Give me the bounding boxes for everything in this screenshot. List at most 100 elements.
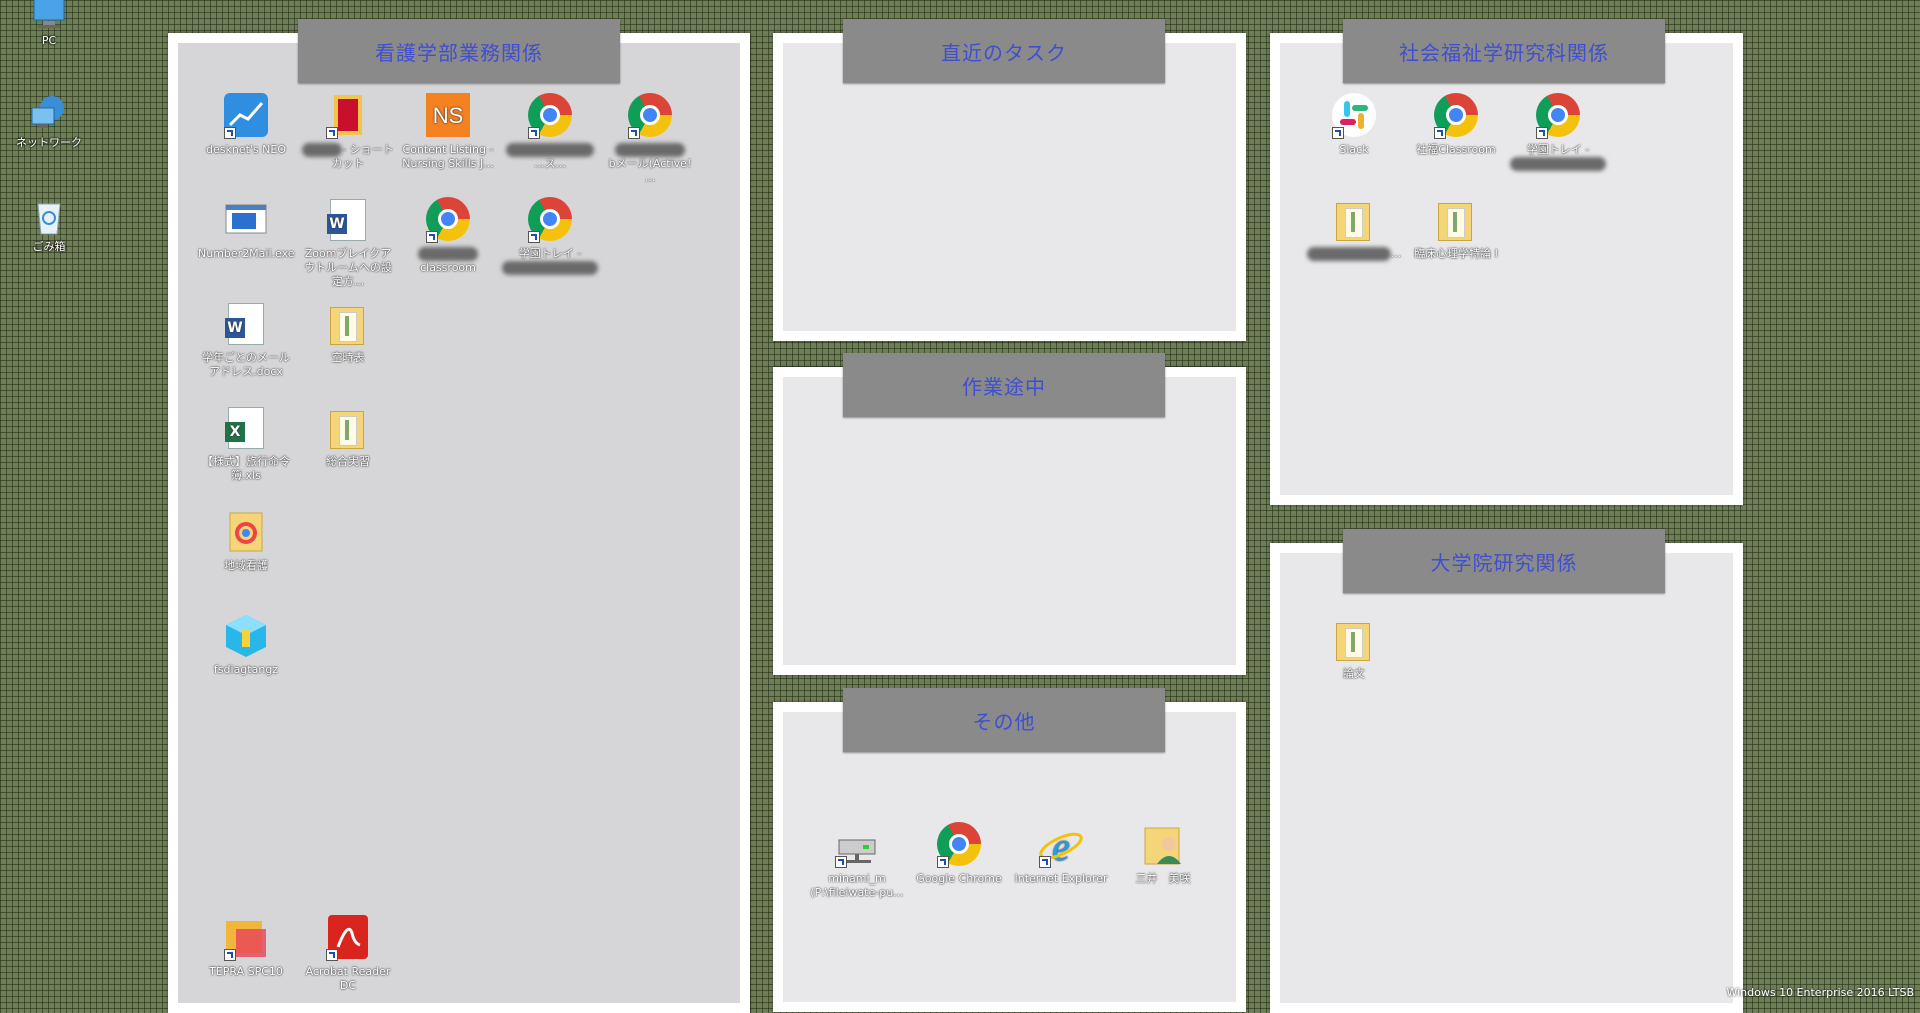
desktop-item-label: Number2Mail.exe xyxy=(198,247,295,260)
desktop-icon-network[interactable]: ネットワーク xyxy=(14,94,84,150)
shortcut-arrow-icon xyxy=(528,231,540,243)
desktop-item-label: classroom xyxy=(400,247,496,275)
desktop-item-label: Content Listing - Nursing Skills J... xyxy=(402,143,494,170)
fence-recent-tasks-body xyxy=(783,43,1236,331)
chrome-icon xyxy=(424,195,472,243)
desktop-item-chrome-mail[interactable]: bメール(Active! ... xyxy=(602,91,698,185)
pc-icon xyxy=(28,0,70,32)
desktop-item-label-text: bメール(Active! ... xyxy=(608,157,692,184)
desktop-item-label-text: ...ス... xyxy=(534,157,566,170)
desktop-item-shortcut-book[interactable]: - ショートカット xyxy=(300,91,396,171)
fence-social-welfare-title[interactable]: 社会福祉学研究科関係 xyxy=(1343,19,1665,83)
chrome-icon xyxy=(526,91,574,139)
chrome-icon xyxy=(526,195,574,243)
nursing-skills-icon: NS xyxy=(424,91,472,139)
desktop-item-label: Google Chrome xyxy=(916,872,1002,885)
desktop-item-community-nursing[interactable]: 地域看護 xyxy=(198,507,294,573)
desktop-icon-label: ネットワーク xyxy=(16,136,82,149)
fence-nursing-title[interactable]: 看護学部業務関係 xyxy=(298,19,620,83)
desktop-item-gakuen-tray-2[interactable]: 学園トレイ - xyxy=(1510,91,1606,171)
chrome-icon xyxy=(935,820,983,868)
desktop-item-label: 総合実習 xyxy=(326,455,370,468)
fence-recent-tasks-title[interactable]: 直近のタスク xyxy=(843,19,1165,83)
network-icon xyxy=(28,94,70,132)
desktop-item-label: minami_m (P:\fileiwate-pu... xyxy=(810,872,904,899)
desktop-item-network-drive[interactable]: minami_m (P:\fileiwate-pu... xyxy=(809,820,905,900)
fence-in-progress-title[interactable]: 作業途中 xyxy=(843,353,1165,417)
folder-icon xyxy=(324,299,372,347)
svg-text:NS: NS xyxy=(433,103,464,128)
desktop-item-nursing-skills[interactable]: NS Content Listing - Nursing Skills J... xyxy=(400,91,496,171)
chrome-icon xyxy=(626,91,674,139)
desktop-item-label-text: classroom xyxy=(420,261,476,274)
desktop-item-label: 地域看護 xyxy=(224,559,268,572)
desktop-item-folder-practicum[interactable]: 総合実習 xyxy=(300,403,396,469)
fence-recent-tasks: 直近のタスク xyxy=(773,19,1246,341)
desktop-icon-label: PC xyxy=(41,34,57,47)
desktop-item-zoom-doc[interactable]: W Zoomブレイクアウトルームへの設定方... xyxy=(300,195,396,289)
redacted-text xyxy=(615,143,685,157)
folder-icon xyxy=(1330,615,1378,663)
app-window-icon xyxy=(222,195,270,243)
desktop-item-classroom[interactable]: classroom xyxy=(400,195,496,275)
desktop-item-label: ... xyxy=(1306,247,1402,261)
excel-icon: X xyxy=(222,403,270,451)
desknets-icon xyxy=(222,91,270,139)
desktop-item-label: Zoomブレイクアウトルームへの設定方... xyxy=(304,247,392,288)
desktop-item-travel-xls[interactable]: X 【様式】旅行命令簿.xls xyxy=(198,403,294,483)
shortcut-arrow-icon xyxy=(1434,127,1446,139)
fence-in-progress-body xyxy=(783,377,1236,665)
desktop-item-label: Acrobat Reader DC xyxy=(305,965,391,992)
ie-icon: e xyxy=(1037,820,1085,869)
desktop-item-label: desknet's NEO xyxy=(206,143,286,156)
redacted-text xyxy=(302,143,343,157)
desktop-item-gakuen-tray[interactable]: 学園トレイ - xyxy=(502,195,598,275)
desktop-item-label: bメール(Active! ... xyxy=(602,143,698,185)
shortcut-arrow-icon xyxy=(937,856,949,868)
desktop-item-chrome-1[interactable]: ...ス... xyxy=(502,91,598,171)
desktop-item-acrobat[interactable]: Acrobat Reader DC xyxy=(300,913,396,993)
desktop-item-label: Slack xyxy=(1339,143,1369,156)
desktop-item-label: 三井 美咲 xyxy=(1135,872,1191,885)
windows-version-watermark: Windows 10 Enterprise 2016 LTSB xyxy=(1726,986,1914,999)
user-folder-icon xyxy=(1139,820,1187,868)
desktop-item-folder-paper[interactable]: 論文 xyxy=(1306,615,1402,681)
desktop-item-label-text: ... xyxy=(1390,247,1402,260)
fence-graduate-research-title[interactable]: 大学院研究関係 xyxy=(1343,529,1665,593)
svg-text:e: e xyxy=(1052,824,1070,868)
folder-icon xyxy=(1330,195,1378,243)
desktop-icon-recycle-bin[interactable]: ごみ箱 xyxy=(14,198,84,254)
desktop-item-google-chrome[interactable]: Google Chrome xyxy=(911,820,1007,886)
recycle-bin-icon xyxy=(28,198,70,236)
desktop-item-user-folder[interactable]: 三井 美咲 xyxy=(1115,820,1211,886)
desktop-item-tepra[interactable]: TEPRA SPC10 xyxy=(198,913,294,979)
desktop-item-shafuku-classroom[interactable]: 社福Classroom xyxy=(1408,91,1504,157)
desktop-item-mail-address-doc[interactable]: W 学年ごとのメールアドレス.docx xyxy=(198,299,294,379)
desktop-item-label: 論文 xyxy=(1343,667,1365,680)
tepra-icon xyxy=(222,913,270,961)
desktop-item-folder-timetable[interactable]: 空時表 xyxy=(300,299,396,365)
desktop-item-internet-explorer[interactable]: e Internet Explorer xyxy=(1013,820,1109,886)
desktop-item-folder-clinical-psych[interactable]: 臨床心理学特論 I xyxy=(1408,195,1504,261)
desktop-item-label: - ショートカット xyxy=(300,143,396,171)
redacted-text xyxy=(418,247,478,261)
network-drive-icon xyxy=(833,820,881,868)
desktop-item-label: ...ス... xyxy=(502,143,598,171)
shortcut-arrow-icon xyxy=(835,856,847,868)
fence-other-title[interactable]: その他 xyxy=(843,688,1165,752)
desktop-item-desknets[interactable]: desknet's NEO xyxy=(198,91,294,157)
shortcut-arrow-icon xyxy=(1332,127,1344,139)
desktop-item-folder-redacted[interactable]: ... xyxy=(1306,195,1402,261)
shortcut-arrow-icon xyxy=(426,231,438,243)
fence-graduate-research: 大学院研究関係 論文 xyxy=(1270,529,1743,1013)
desktop-item-number2mail[interactable]: Number2Mail.exe xyxy=(198,195,295,261)
shortcut-book-icon xyxy=(324,91,372,139)
desktop-icon-pc[interactable]: PC xyxy=(14,0,84,47)
desktop-item-fsdiag[interactable]: fsdiagtangz xyxy=(198,611,294,677)
shortcut-arrow-icon xyxy=(628,127,640,139)
shortcut-arrow-icon xyxy=(224,127,236,139)
desktop-icon-label: ごみ箱 xyxy=(32,240,66,253)
slack-icon xyxy=(1330,91,1378,139)
desktop-item-slack[interactable]: Slack xyxy=(1306,91,1402,157)
fence-other: その他 minami_m (P:\fileiwate-pu... Google … xyxy=(773,688,1246,1012)
